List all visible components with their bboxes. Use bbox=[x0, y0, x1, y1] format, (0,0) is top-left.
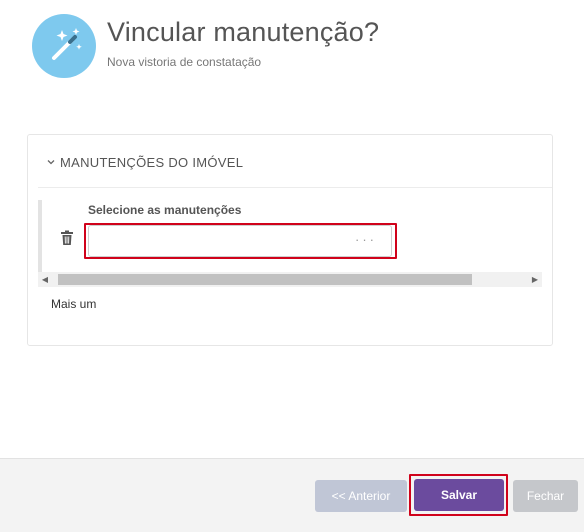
previous-button[interactable]: << Anterior bbox=[315, 480, 407, 512]
trash-icon[interactable] bbox=[60, 230, 74, 246]
scroll-right-arrow-icon[interactable]: ▶ bbox=[528, 272, 542, 287]
magic-wand-icon bbox=[32, 14, 96, 78]
scroll-left-arrow-icon[interactable]: ◀ bbox=[38, 272, 52, 287]
dialog-title: Vincular manutenção? bbox=[107, 17, 380, 47]
horizontal-scrollbar[interactable]: ◀ ▶ bbox=[38, 272, 542, 287]
save-button[interactable]: Salvar bbox=[414, 479, 504, 511]
add-more-link[interactable]: Mais um bbox=[51, 297, 96, 311]
scrollbar-thumb[interactable] bbox=[58, 274, 472, 285]
dialog-subtitle: Nova vistoria de constatação bbox=[107, 55, 262, 69]
ellipsis-icon[interactable]: ··· bbox=[355, 232, 377, 247]
dialog: Vincular manutenção? Nova vistoria de co… bbox=[0, 0, 584, 532]
chevron-down-icon[interactable] bbox=[46, 157, 60, 170]
maintenance-panel: MANUTENÇÕES DO IMÓVEL Selecione as manut… bbox=[27, 134, 553, 346]
divider bbox=[38, 187, 552, 188]
panel-header[interactable]: MANUTENÇÕES DO IMÓVEL bbox=[46, 155, 243, 170]
close-button[interactable]: Fechar bbox=[513, 480, 578, 512]
panel-header-label: MANUTENÇÕES DO IMÓVEL bbox=[60, 155, 244, 170]
maintenance-select[interactable]: ··· bbox=[88, 225, 392, 257]
field-label: Selecione as manutenções bbox=[88, 203, 242, 217]
maintenance-row: Selecione as manutenções ··· bbox=[38, 200, 543, 272]
